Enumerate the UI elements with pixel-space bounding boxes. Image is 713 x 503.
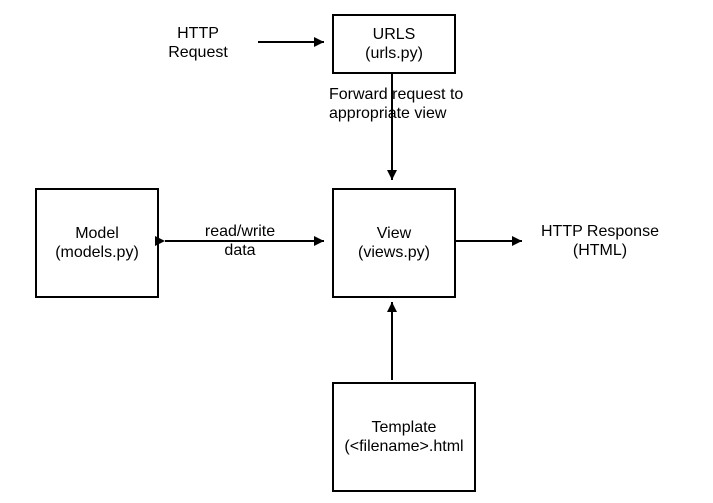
http-request-line1: HTTP — [148, 24, 248, 43]
template-sub: (<filename>.html — [344, 437, 463, 456]
forward-line1: Forward request to — [329, 85, 499, 104]
resp-line1: HTTP Response — [530, 222, 670, 241]
model-sub: (models.py) — [55, 243, 139, 262]
http-request-line2: Request — [148, 43, 248, 62]
urls-title: URLS — [373, 25, 416, 44]
view-box: View (views.py) — [332, 188, 456, 298]
model-title: Model — [75, 224, 119, 243]
http-response-label: HTTP Response (HTML) — [530, 222, 670, 260]
view-sub: (views.py) — [358, 243, 430, 262]
rw-line2: data — [190, 241, 290, 260]
urls-box: URLS (urls.py) — [332, 14, 456, 74]
rw-line1: read/write — [190, 222, 290, 241]
template-box: Template (<filename>.html — [332, 382, 476, 492]
forward-request-label: Forward request to appropriate view — [329, 85, 499, 123]
forward-line2: appropriate view — [329, 104, 499, 123]
readwrite-label: read/write data — [190, 222, 290, 260]
model-box: Model (models.py) — [35, 188, 159, 298]
template-title: Template — [372, 418, 437, 437]
urls-sub: (urls.py) — [365, 44, 423, 63]
http-request-label: HTTP Request — [148, 24, 248, 62]
view-title: View — [377, 224, 411, 243]
resp-line2: (HTML) — [530, 241, 670, 260]
